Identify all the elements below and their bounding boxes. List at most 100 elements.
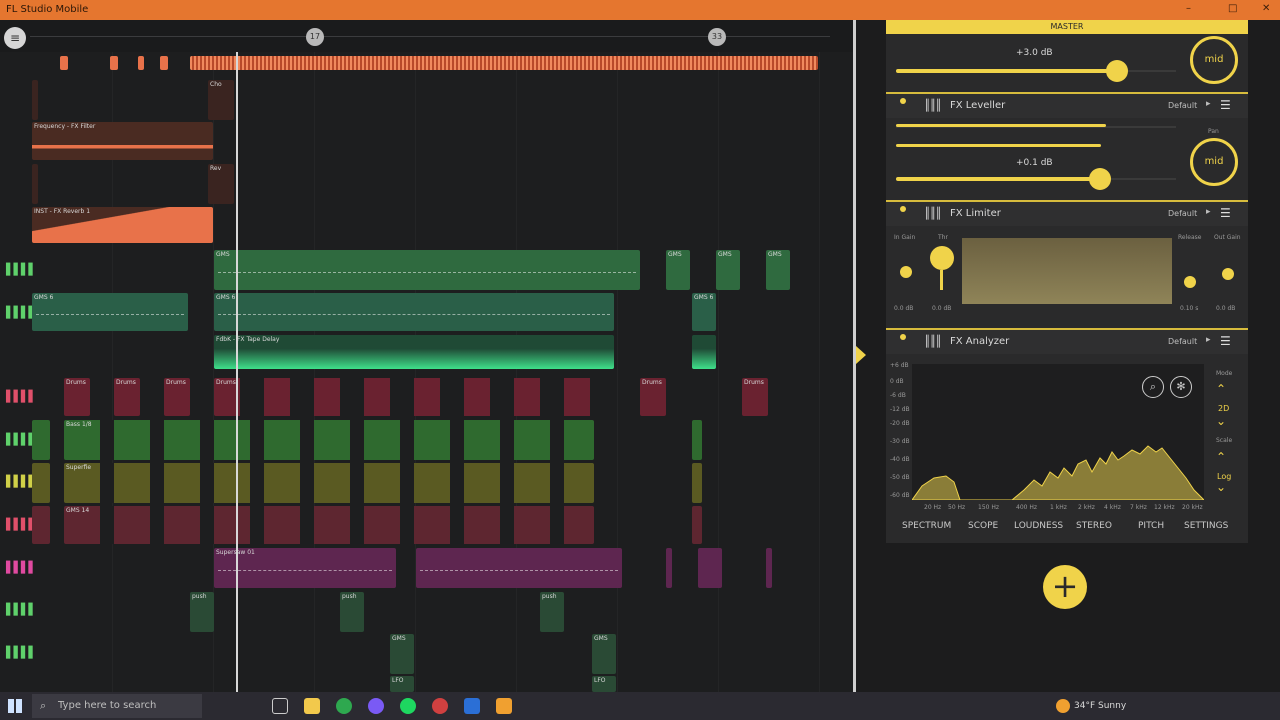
automation-clip[interactable]: Cho bbox=[208, 80, 234, 120]
pattern-clip[interactable]: GMS 6 bbox=[32, 293, 188, 331]
audio-clip[interactable] bbox=[138, 56, 144, 70]
fl-studio-icon[interactable] bbox=[496, 698, 512, 714]
fx-enable-dot[interactable] bbox=[900, 206, 906, 212]
zoom-icon[interactable]: ⌕ bbox=[1142, 376, 1164, 398]
track-icon-drums[interactable]: ▌▌▌▌ bbox=[6, 391, 37, 403]
pattern-clip-lead[interactable] bbox=[32, 463, 50, 503]
timeline-ruler[interactable]: ≡ 17 33 bbox=[0, 20, 853, 52]
pattern-clip-drums[interactable]: Drums bbox=[114, 378, 140, 416]
pattern-clip-drums[interactable]: Drums bbox=[64, 378, 90, 416]
pattern-clip-bass[interactable]: Bass 1/8 bbox=[64, 420, 594, 460]
taskbar-search[interactable]: ⌕ Type here to search bbox=[32, 694, 202, 718]
track-icon-lead[interactable]: ▌▌▌▌ bbox=[6, 476, 37, 488]
fx-enable-dot[interactable] bbox=[900, 98, 906, 104]
timeline-marker[interactable]: 17 bbox=[306, 28, 324, 46]
track-icon-synth[interactable]: ▌▌▌▌ bbox=[6, 264, 37, 276]
playhead[interactable] bbox=[236, 52, 238, 692]
pattern-clip-drums[interactable]: Drums bbox=[164, 378, 190, 416]
app-icon[interactable] bbox=[464, 698, 480, 714]
audio-clip[interactable] bbox=[110, 56, 118, 70]
automation-clip-reverb[interactable]: INST - FX Reverb 1 bbox=[32, 207, 213, 243]
leveller-pan-dial[interactable]: mid bbox=[1190, 138, 1238, 186]
task-view-icon[interactable] bbox=[272, 698, 288, 714]
automation-clip-delay[interactable]: FdbK - FX Tape Delay bbox=[214, 335, 614, 369]
chevron-up-icon[interactable]: ⌃ bbox=[1216, 450, 1226, 464]
leveller-gain-slider[interactable] bbox=[1089, 168, 1111, 190]
pattern-clip[interactable]: GMS 6 bbox=[214, 293, 614, 331]
automation-clip-filter[interactable]: Frequency - FX Filter bbox=[32, 122, 213, 160]
pattern-clip-lfo[interactable]: GMS bbox=[592, 634, 616, 674]
pattern-clip-push[interactable]: push bbox=[540, 592, 564, 632]
tab-stereo[interactable]: STEREO bbox=[1076, 521, 1112, 531]
chevron-down-icon[interactable]: ⌄ bbox=[1216, 414, 1226, 428]
maximize-button[interactable]: □ bbox=[1228, 3, 1237, 14]
pattern-clip-drums[interactable]: Drums bbox=[214, 378, 592, 416]
chrome-icon[interactable] bbox=[336, 698, 352, 714]
tab-spectrum[interactable]: SPECTRUM bbox=[902, 521, 951, 531]
pattern-clip-lead[interactable] bbox=[692, 463, 702, 503]
master-gain-slider[interactable] bbox=[1106, 60, 1128, 82]
pattern-clip-pluck[interactable] bbox=[692, 506, 702, 544]
menu-icon[interactable]: ☰ bbox=[1220, 98, 1231, 112]
audio-clip[interactable] bbox=[60, 56, 68, 70]
pattern-clip-bass[interactable] bbox=[32, 420, 50, 460]
pattern-clip-push[interactable]: push bbox=[190, 592, 214, 632]
pattern-clip-supersaw[interactable] bbox=[698, 548, 722, 588]
minimize-button[interactable]: – bbox=[1186, 3, 1191, 14]
pattern-clip-supersaw[interactable] bbox=[666, 548, 672, 588]
pattern-clip-lfo[interactable]: GMS bbox=[390, 634, 414, 674]
pattern-clip-lfo[interactable]: LFO bbox=[592, 676, 616, 692]
file-explorer-icon[interactable] bbox=[304, 698, 320, 714]
pattern-clip[interactable]: GMS bbox=[716, 250, 740, 290]
menu-icon[interactable]: ☰ bbox=[1220, 334, 1231, 348]
fx-limiter-header[interactable]: ║║║ FX Limiter Default ▸ ☰ bbox=[886, 200, 1248, 226]
track-icon-synth[interactable]: ▌▌▌▌ bbox=[6, 307, 37, 319]
tab-settings[interactable]: SETTINGS bbox=[1184, 521, 1228, 531]
chevron-right-icon[interactable]: ▸ bbox=[1206, 99, 1211, 109]
pattern-clip-drums[interactable]: Drums bbox=[640, 378, 666, 416]
track-icon-push[interactable]: ▌▌▌▌ bbox=[6, 604, 37, 616]
fx-enable-dot[interactable] bbox=[900, 334, 906, 340]
add-effect-button[interactable]: + bbox=[1043, 565, 1087, 609]
limiter-in-gain-knob[interactable] bbox=[900, 266, 912, 278]
timeline-marker[interactable]: 33 bbox=[708, 28, 726, 46]
pattern-clip-drums[interactable]: Drums bbox=[742, 378, 768, 416]
pattern-clip-supersaw[interactable] bbox=[416, 548, 622, 588]
playlist-area[interactable]: ≡ 17 33 Cho Frequency - FX Filter Rev IN… bbox=[0, 20, 853, 692]
pattern-clip-lfo[interactable]: LFO bbox=[390, 676, 414, 692]
pattern-clip-supersaw[interactable]: Supersaw 01 bbox=[214, 548, 396, 588]
close-button[interactable]: ✕ bbox=[1262, 3, 1270, 14]
automation-clip[interactable]: Rev bbox=[208, 164, 234, 204]
master-pan-dial[interactable]: mid bbox=[1190, 36, 1238, 84]
collapse-arrow-icon[interactable] bbox=[856, 346, 866, 364]
pattern-clip-bass[interactable] bbox=[692, 420, 702, 460]
limiter-release-knob[interactable] bbox=[1184, 276, 1196, 288]
track-icon-pluck[interactable]: ▌▌▌▌ bbox=[6, 519, 37, 531]
pattern-clip-lead[interactable]: Superfie bbox=[64, 463, 594, 503]
chevron-up-icon[interactable]: ⌃ bbox=[1216, 382, 1226, 396]
automation-clip[interactable] bbox=[32, 80, 38, 120]
freeze-icon[interactable]: ✻ bbox=[1170, 376, 1192, 398]
pattern-clip[interactable]: GMS bbox=[766, 250, 790, 290]
track-icon-bass[interactable]: ▌▌▌▌ bbox=[6, 434, 37, 446]
pattern-clip-supersaw[interactable] bbox=[766, 548, 772, 588]
menu-icon[interactable]: ☰ bbox=[1220, 206, 1231, 220]
fx-preset[interactable]: Default bbox=[1168, 337, 1197, 346]
audio-clip-main[interactable] bbox=[190, 56, 818, 70]
pattern-clip-push[interactable]: push bbox=[340, 592, 364, 632]
weather-text[interactable]: 34°F Sunny bbox=[1074, 701, 1126, 711]
chevron-right-icon[interactable]: ▸ bbox=[1206, 207, 1211, 217]
obs-icon[interactable] bbox=[368, 698, 384, 714]
tab-pitch[interactable]: PITCH bbox=[1138, 521, 1164, 531]
chevron-down-icon[interactable]: ⌄ bbox=[1216, 480, 1226, 494]
fx-leveller-header[interactable]: ║║║ FX Leveller Default ▸ ☰ bbox=[886, 92, 1248, 118]
track-icon-supersaw[interactable]: ▌▌▌▌ bbox=[6, 562, 37, 574]
fx-preset[interactable]: Default bbox=[1168, 209, 1197, 218]
chevron-right-icon[interactable]: ▸ bbox=[1206, 335, 1211, 345]
track-icon-lfo[interactable]: ▌▌▌▌ bbox=[6, 647, 37, 659]
windows-start-icon[interactable] bbox=[8, 699, 22, 713]
tab-loudness[interactable]: LOUDNESS bbox=[1014, 521, 1063, 531]
pattern-clip[interactable]: GMS bbox=[666, 250, 690, 290]
automation-clip[interactable] bbox=[32, 164, 38, 204]
tab-scope[interactable]: SCOPE bbox=[968, 521, 998, 531]
